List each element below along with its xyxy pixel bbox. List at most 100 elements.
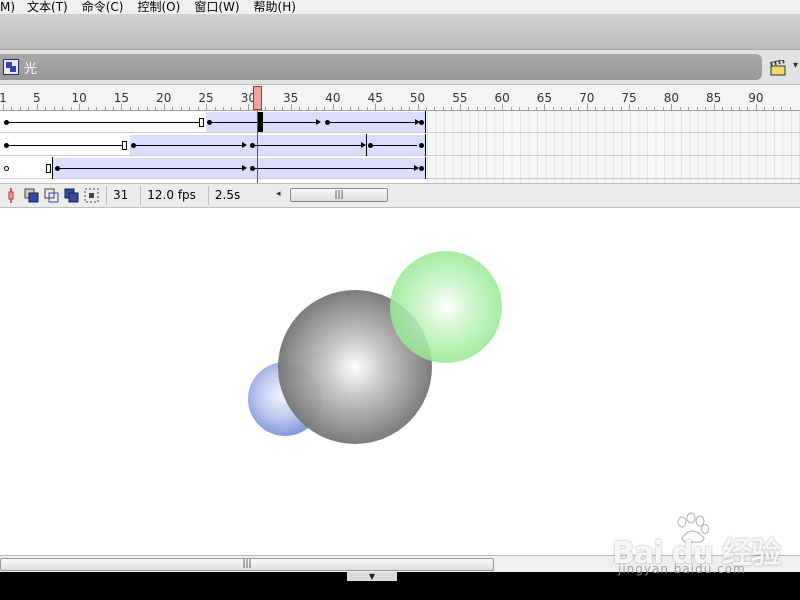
- ruler-tick: [434, 107, 436, 110]
- timeline-horizontal-scrollbar[interactable]: |||: [290, 188, 388, 202]
- ruler-label: 65: [536, 91, 553, 105]
- menu-item-modify[interactable]: M): [0, 0, 15, 14]
- elapsed-time-readout: 2.5s: [207, 186, 246, 205]
- ruler-tick: [214, 107, 216, 110]
- timeline-ruler[interactable]: 151015202530354045505560657075808590: [0, 84, 800, 111]
- menu-item-text[interactable]: 文本(T): [27, 0, 68, 14]
- playhead-handle[interactable]: [252, 86, 262, 110]
- ruler-tick: [510, 107, 512, 110]
- ruler-tick: [222, 107, 224, 110]
- ruler-tick: [112, 107, 114, 110]
- collapse-panel-button[interactable]: ▼: [347, 572, 397, 581]
- ruler-tick: [282, 107, 284, 110]
- static-line: [7, 122, 201, 123]
- ruler-tick: [654, 107, 656, 110]
- ruler-tick: [662, 107, 664, 110]
- ruler-tick: [53, 107, 55, 110]
- modify-onion-markers-icon[interactable]: [83, 187, 100, 204]
- ruler-label: 15: [113, 91, 130, 105]
- onion-skin-outlines-icon[interactable]: [43, 187, 60, 204]
- ruler-tick: [781, 107, 783, 110]
- playhead-line[interactable]: [256, 111, 258, 183]
- layer-track-2[interactable]: [0, 134, 800, 156]
- stage-canvas[interactable]: [0, 209, 800, 554]
- menu-item-commands[interactable]: 命令(C): [82, 0, 124, 14]
- ruler-tick: [468, 107, 470, 110]
- ruler-tick: [231, 107, 233, 110]
- ruler-tick: [172, 107, 174, 110]
- ruler-tick: [62, 107, 64, 110]
- ruler-tick: [358, 107, 360, 110]
- tween-line: [330, 122, 418, 123]
- ruler-tick: [409, 107, 411, 110]
- ruler-tick: [104, 107, 106, 110]
- ruler-label: 35: [282, 91, 299, 105]
- ruler-label: 55: [452, 91, 468, 105]
- ruler-tick: [764, 107, 766, 110]
- ruler-tick: [392, 107, 394, 110]
- ruler-tick: [493, 107, 495, 110]
- edit-scene-button[interactable]: [766, 56, 792, 80]
- ruler-tick: [11, 107, 13, 110]
- layer-track-3[interactable]: [0, 157, 800, 179]
- ruler-label: 20: [156, 91, 172, 105]
- onion-skin-icon[interactable]: [23, 187, 40, 204]
- ruler-label: 75: [621, 91, 637, 105]
- ruler-tick: [129, 107, 131, 110]
- ruler-tick: [747, 107, 749, 110]
- ruler-label: 5: [33, 91, 41, 105]
- ruler-tick: [442, 107, 444, 110]
- current-frame-cell[interactable]: [257, 112, 263, 132]
- timeline-layers[interactable]: [0, 111, 800, 183]
- current-frame-readout: 31: [106, 186, 134, 205]
- tween-line: [255, 168, 416, 169]
- ruler-tick: [739, 107, 741, 110]
- ruler-tick: [552, 107, 554, 110]
- ruler-tick: [155, 107, 157, 110]
- scene-name: 光: [24, 61, 38, 77]
- watermark: Bai du 经验 jingyan.baidu.com: [612, 512, 797, 580]
- ruler-tick: [476, 107, 478, 110]
- ruler-tick: [316, 107, 318, 110]
- tween-line: [60, 168, 244, 169]
- ruler-tick: [679, 107, 681, 110]
- menu-item-control[interactable]: 控制(O): [138, 0, 181, 14]
- keyframe[interactable]: [419, 166, 424, 171]
- ruler-tick: [705, 107, 707, 110]
- ruler-tick: [307, 107, 309, 110]
- ruler-tick: [722, 107, 724, 110]
- ruler-tick: [265, 107, 267, 110]
- ruler-tick: [138, 107, 140, 110]
- layer-track-1[interactable]: [0, 111, 800, 133]
- clapperboard-icon: [770, 60, 786, 76]
- keyframe[interactable]: [419, 120, 424, 125]
- scene-bar: 光 ▾: [0, 50, 800, 84]
- chevron-down-icon[interactable]: ▾: [793, 60, 798, 71]
- scrollbar-thumb[interactable]: |||: [0, 558, 494, 571]
- span-end-marker: [122, 141, 127, 150]
- scroll-left-arrow-icon[interactable]: ◂: [276, 189, 281, 199]
- frame-separator: [366, 134, 367, 156]
- ruler-label: 50: [409, 91, 426, 105]
- ruler-tick: [612, 107, 614, 110]
- center-frame-icon[interactable]: [3, 187, 20, 204]
- menu-item-help[interactable]: 帮助(H): [254, 0, 296, 14]
- ruler-tick: [561, 107, 563, 110]
- ruler-tick: [349, 107, 351, 110]
- layer-end: [425, 157, 426, 179]
- ruler-tick: [299, 107, 301, 110]
- tween-arrow: [316, 119, 321, 125]
- stage-artwork: [248, 251, 502, 444]
- empty-keyframe[interactable]: [4, 166, 9, 171]
- frame-rate-readout[interactable]: 12.0 fps: [140, 186, 202, 205]
- scene-tab[interactable]: 光: [0, 54, 762, 80]
- green-sphere[interactable]: [390, 251, 502, 363]
- menu-item-window[interactable]: 窗口(W): [194, 0, 239, 14]
- ruler-label: 45: [367, 91, 383, 105]
- toolbar-strip: [0, 14, 800, 50]
- keyframe[interactable]: [419, 143, 424, 148]
- ruler-tick: [324, 107, 326, 110]
- ruler-tick: [535, 107, 537, 110]
- ruler-tick: [595, 107, 597, 110]
- edit-multiple-frames-icon[interactable]: [63, 187, 80, 204]
